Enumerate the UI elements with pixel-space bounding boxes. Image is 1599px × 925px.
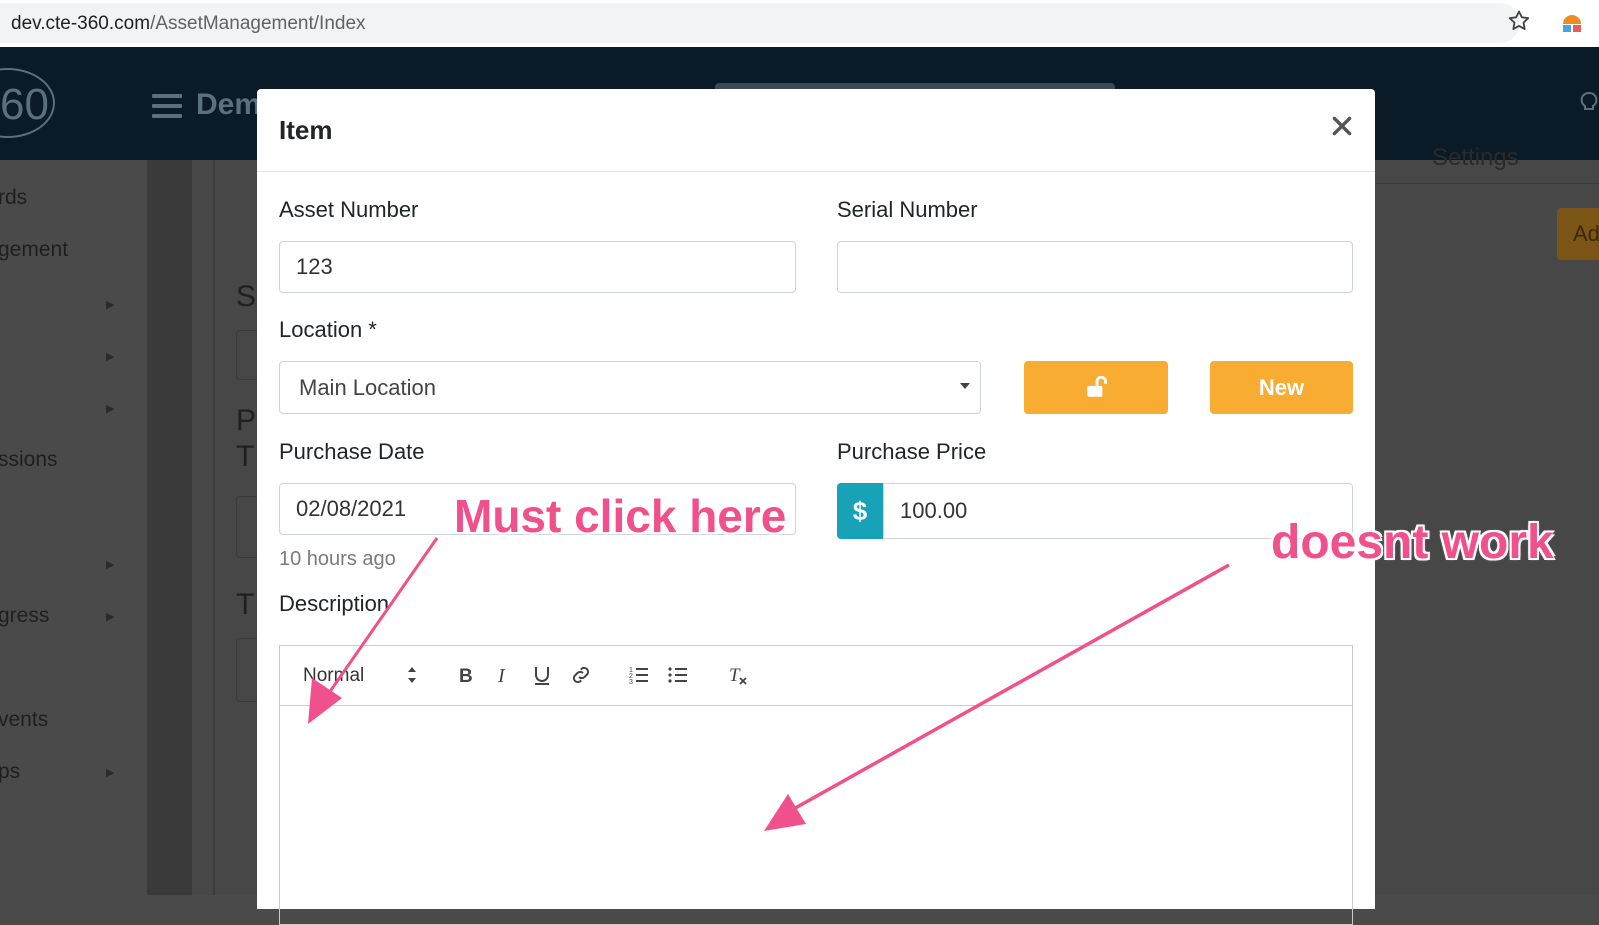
brand-name: Dem	[196, 88, 262, 121]
sidebar: rds gement ▶ ▶ ▶ ssions ▶ gress ▶ vents …	[0, 160, 147, 895]
ordered-list-icon[interactable]: 123	[627, 663, 651, 687]
purchase-date-helper: 10 hours ago	[279, 548, 396, 570]
modal-header: Item	[257, 89, 1375, 172]
chevron-right-icon: ▶	[106, 351, 115, 363]
chevron-right-icon: ▶	[106, 767, 115, 779]
url-field[interactable]: dev.cte-360.com/AssetManagement/Index	[0, 3, 1520, 43]
description-label: Description	[279, 591, 390, 616]
description-editor: Normal B I 123 T	[279, 645, 1353, 925]
background-input	[236, 496, 257, 558]
annotation-doesnt-work: doesnt work	[1271, 516, 1554, 569]
url-path: /AssetManagement/Index	[150, 13, 366, 34]
chevron-right-icon: ▶	[106, 299, 115, 311]
svg-text:B: B	[459, 666, 473, 687]
currency-addon: $	[837, 483, 883, 539]
star-icon[interactable]	[1506, 8, 1532, 34]
sidebar-item-2[interactable]: gement	[0, 238, 68, 262]
annotation-must-click-here: Must click here	[454, 490, 787, 542]
format-select[interactable]: Normal	[303, 665, 364, 687]
location-label: Location *	[279, 317, 377, 342]
add-button[interactable]: Ad	[1557, 208, 1599, 260]
svg-text:T: T	[729, 665, 741, 686]
editor-toolbar: Normal B I 123 T	[280, 646, 1352, 706]
background-input	[236, 638, 257, 702]
serial-number-label: Serial Number	[837, 197, 978, 222]
item-modal: Item Asset Number Serial Number Location…	[257, 89, 1375, 925]
link-icon[interactable]	[569, 663, 593, 687]
hamburger-icon[interactable]	[152, 94, 182, 118]
content-gutter	[147, 160, 192, 895]
sidebar-item-4[interactable]: gress	[0, 604, 49, 628]
browser-address-bar: dev.cte-360.com/AssetManagement/Index	[0, 0, 1599, 48]
settings-link[interactable]: Settings	[1432, 144, 1519, 172]
unlock-icon	[1087, 375, 1108, 397]
url-host: dev.cte-360.com	[11, 13, 151, 34]
caret-down-icon	[960, 383, 970, 389]
sidebar-item-3[interactable]: ssions	[0, 448, 58, 472]
modal-title: Item	[279, 115, 333, 145]
bold-icon[interactable]: B	[454, 663, 478, 687]
chevron-right-icon: ▶	[106, 559, 115, 571]
chevron-right-icon: ▶	[106, 611, 115, 623]
url-text: dev.cte-360.com/AssetManagement/Index	[11, 13, 366, 35]
background-input	[236, 330, 257, 380]
lightbulb-icon[interactable]	[1578, 90, 1599, 118]
background-heading: P	[236, 404, 257, 437]
new-location-button[interactable]: New	[1210, 361, 1353, 414]
sort-arrows-icon	[408, 667, 416, 683]
content-divider	[213, 160, 215, 895]
extension-icon[interactable]	[1560, 10, 1584, 34]
background-heading: S	[236, 280, 257, 313]
asset-number-input[interactable]	[279, 241, 796, 293]
location-selected-value: Main Location	[299, 375, 436, 400]
purchase-date-label: Purchase Date	[279, 439, 425, 464]
asset-number-label: Asset Number	[279, 197, 419, 222]
description-text-area[interactable]	[280, 706, 1352, 924]
location-select[interactable]: Main Location	[279, 361, 981, 414]
background-heading: T	[236, 440, 255, 473]
purchase-price-label: Purchase Price	[837, 439, 987, 464]
sidebar-item-5[interactable]: vents	[0, 708, 48, 732]
svg-text:3: 3	[629, 679, 633, 686]
clear-format-icon[interactable]: T	[726, 663, 750, 687]
bullet-list-icon[interactable]	[666, 663, 690, 687]
serial-number-input[interactable]	[837, 241, 1353, 293]
chevron-right-icon: ▶	[106, 403, 115, 415]
unlock-location-button[interactable]	[1024, 361, 1168, 414]
background-divider	[1376, 183, 1599, 184]
sidebar-item-1[interactable]: rds	[0, 186, 27, 210]
sidebar-item-6[interactable]: ps	[0, 760, 20, 784]
svg-text:I: I	[497, 665, 506, 687]
background-heading: T	[236, 588, 255, 621]
italic-icon[interactable]: I	[492, 663, 516, 687]
underline-icon[interactable]	[530, 663, 554, 687]
close-icon[interactable]	[1329, 113, 1355, 139]
